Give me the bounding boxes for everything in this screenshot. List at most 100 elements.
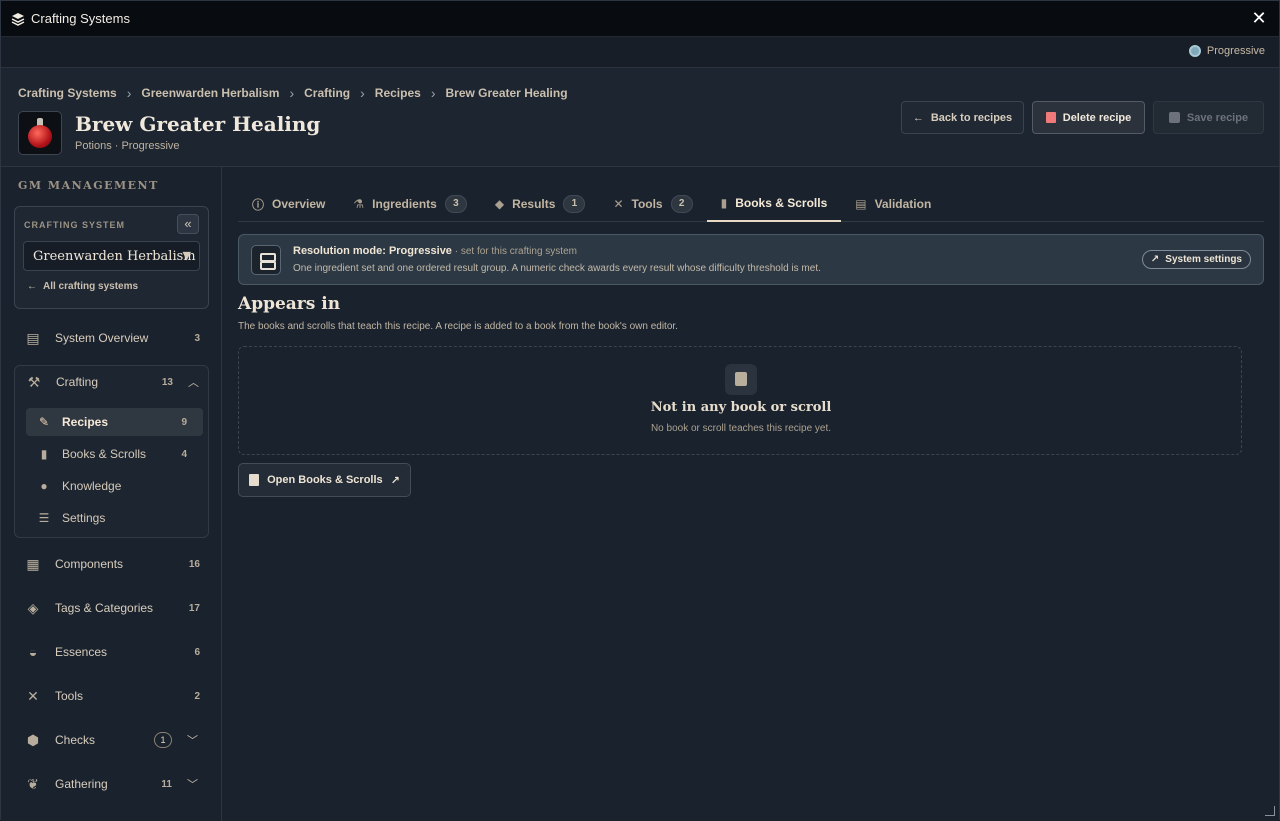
sidebar-item-label: Checks: [55, 733, 96, 747]
external-link-icon: ↗: [1150, 254, 1160, 265]
breadcrumb-item[interactable]: Recipes: [375, 86, 421, 100]
page-header: Crafting Systems › Greenwarden Herbalism…: [1, 68, 1279, 167]
back-label: Back to recipes: [930, 111, 1013, 124]
tab-overview[interactable]: ⓘ Overview: [238, 186, 339, 222]
clipboard-check-icon: ▤: [26, 330, 40, 346]
book-icon: [249, 474, 260, 486]
crafting-system-select[interactable]: Greenwarden Herbalism ▼: [23, 241, 200, 271]
system-settings-label: System settings: [1165, 254, 1242, 265]
page-title: Brew Greater Healing: [75, 112, 321, 136]
checks-badge: 1: [154, 732, 172, 748]
book-icon: ▮: [40, 447, 48, 461]
sidebar-item-count: 13: [161, 376, 173, 388]
sidebar-item-label: Gathering: [55, 777, 108, 791]
sidebar-item-gathering[interactable]: ❦ Gathering 11 ﹀: [1, 764, 222, 804]
sidebar-item-checks[interactable]: ⬢ Checks 1 ﹀: [1, 720, 222, 760]
app-title: Crafting Systems: [31, 11, 130, 26]
breadcrumb-item[interactable]: Greenwarden Herbalism: [141, 86, 279, 100]
tab-label: Validation: [874, 197, 932, 211]
sidebar-subitem-count: 4: [181, 448, 187, 460]
section-description: The books and scrolls that teach this re…: [238, 321, 678, 332]
breadcrumb: Crafting Systems › Greenwarden Herbalism…: [18, 85, 568, 101]
sidebar-subitem-count: 9: [181, 416, 187, 428]
tab-tools[interactable]: ✕ Tools 2: [599, 186, 706, 222]
tab-count: 3: [444, 195, 467, 213]
crafting-system-value: Greenwarden Herbalism: [33, 248, 196, 264]
sprout-icon: ❦: [27, 776, 39, 792]
title-bar: Crafting Systems ✕: [1, 1, 1279, 37]
sidebar-item-count: 16: [188, 558, 200, 570]
server-icon: [251, 245, 281, 275]
arrow-left-icon: ←: [912, 111, 924, 124]
sidebar-subitem-label: Recipes: [62, 415, 109, 429]
sidebar-item-essences[interactable]: ◒ Essences 6: [1, 632, 222, 672]
collapse-sidebar-icon[interactable]: «: [177, 214, 199, 234]
tab-ingredients[interactable]: ⚗ Ingredients 3: [339, 186, 480, 222]
save-label: Save recipe: [1186, 111, 1249, 124]
sidebar-item-label: Tags & Categories: [55, 601, 154, 615]
chevron-right-icon: ›: [430, 85, 436, 101]
sidebar-item-count: 6: [194, 646, 200, 658]
recipe-image[interactable]: [18, 111, 62, 155]
empty-state: Not in any book or scroll No book or scr…: [238, 346, 1242, 455]
sidebar-subitem-label: Books & Scrolls: [62, 447, 147, 461]
breadcrumb-item[interactable]: Crafting: [304, 86, 350, 100]
info-icon: ⓘ: [252, 197, 265, 212]
tab-label: Books & Scrolls: [735, 196, 828, 210]
sidebar-subitem-recipes[interactable]: ✎ Recipes 9: [26, 408, 203, 436]
empty-state-title: Not in any book or scroll: [650, 400, 832, 415]
sidebar-item-count: 17: [188, 602, 200, 614]
chevron-down-icon[interactable]: ﹀: [187, 732, 198, 748]
sidebar-subitem-knowledge[interactable]: ● Knowledge: [26, 472, 203, 500]
crafting-nav-group: ⚒ Crafting 13 ︿ ✎ Recipes 9 ▮ Books & Sc…: [14, 365, 209, 538]
resize-handle[interactable]: [1265, 806, 1275, 816]
sidebar-item-tools[interactable]: ✕ Tools 2: [1, 676, 222, 716]
breadcrumb-item[interactable]: Crafting Systems: [18, 86, 117, 100]
resolution-mode-banner: Resolution mode: Progressive · set for t…: [238, 234, 1264, 285]
sidebar-item-count: 11: [161, 778, 172, 790]
save-recipe-button[interactable]: Save recipe: [1153, 101, 1264, 134]
save-icon: [1168, 112, 1180, 123]
empty-state-description: No book or scroll teaches this recipe ye…: [650, 423, 832, 434]
system-settings-button[interactable]: ↗ System settings: [1141, 250, 1251, 269]
delete-recipe-button[interactable]: Delete recipe: [1032, 101, 1145, 134]
dice-icon: ⬢: [26, 732, 40, 748]
tab-books-scrolls[interactable]: ▮ Books & Scrolls: [706, 186, 842, 222]
sidebar-subitem-settings[interactable]: ☰ Settings: [26, 504, 203, 532]
external-link-icon: ↗: [390, 474, 400, 487]
section-title: Appears in: [238, 294, 341, 314]
tab-count: 2: [670, 195, 693, 213]
tab-label: Ingredients: [372, 197, 437, 211]
sidebar-item-tags-categories[interactable]: ◈ Tags & Categories 17: [1, 588, 222, 628]
sidebar-item-system-overview[interactable]: ▤ System Overview 3: [1, 318, 222, 358]
delete-label: Delete recipe: [1062, 111, 1132, 124]
flask-icon: ⚗: [353, 197, 365, 211]
tab-results[interactable]: ◆ Results 1: [481, 186, 600, 222]
close-icon[interactable]: ✕: [1251, 9, 1267, 27]
resolution-mode-label: Resolution mode: Progressive: [293, 245, 452, 257]
sidebar-item-label: Components: [55, 557, 124, 571]
book-icon: [725, 364, 757, 395]
open-books-scrolls-button[interactable]: Open Books & Scrolls ↗: [238, 463, 411, 497]
all-crafting-systems-link[interactable]: ← All crafting systems: [27, 281, 138, 292]
recipe-tabs: ⓘ Overview ⚗ Ingredients 3 ◆ Results 1 ✕…: [238, 186, 1264, 222]
sidebar: GM MANAGEMENT CRAFTING SYSTEM « Greenwar…: [1, 167, 222, 821]
main-content: ⓘ Overview ⚗ Ingredients 3 ◆ Results 1 ✕…: [222, 167, 1279, 821]
resolution-mode-title: Resolution mode: Progressive · set for t…: [293, 245, 577, 257]
sidebar-item-label: Essences: [55, 645, 108, 659]
trash-icon: [1045, 112, 1056, 123]
box-icon: ◆: [494, 197, 505, 211]
tools-icon: ✕: [613, 197, 624, 211]
chevron-down-icon[interactable]: ﹀: [187, 776, 198, 792]
boxes-icon: ▦: [26, 556, 40, 572]
sidebar-item-count: 3: [194, 332, 200, 344]
chevron-up-icon[interactable]: ︿: [188, 374, 199, 390]
sliders-icon: ☰: [38, 511, 50, 525]
sidebar-item-components[interactable]: ▦ Components 16: [1, 544, 222, 584]
sidebar-subitem-books-scrolls[interactable]: ▮ Books & Scrolls 4: [26, 440, 203, 468]
breadcrumb-current: Brew Greater Healing: [445, 86, 568, 100]
sidebar-item-crafting[interactable]: ⚒ Crafting 13 ︿: [2, 362, 223, 402]
back-to-recipes-button[interactable]: ← Back to recipes: [901, 101, 1024, 134]
tab-validation[interactable]: ▤ Validation: [841, 186, 945, 222]
book-icon: ▮: [720, 196, 728, 210]
